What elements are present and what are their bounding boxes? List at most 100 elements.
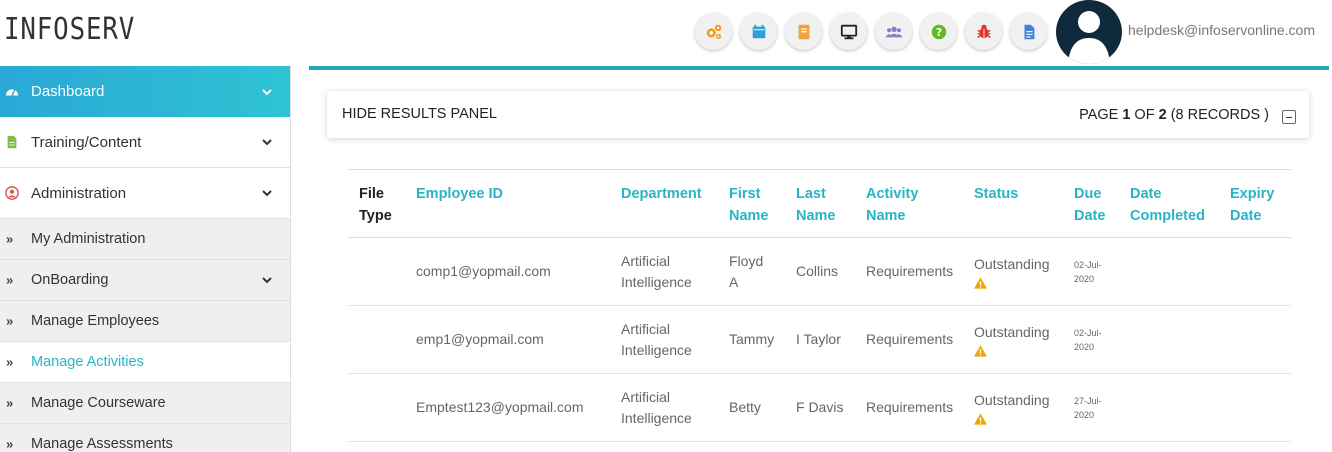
status-text: Outstanding [974,392,1050,408]
column-header-expiry-date[interactable]: Expiry Date [1230,169,1291,238]
sidebar-item-label: Administration [31,184,127,202]
cell-text: 2020 [1074,273,1095,284]
help-icon[interactable]: ? [920,13,957,50]
warning-icon [974,345,987,357]
cell-department: Artificial Intelligence [621,237,729,306]
sidebar-item-manage-employees[interactable]: » Manage Employees [0,301,290,342]
cell-text: Intelligence [621,273,692,290]
table-row[interactable]: Emptest123@yopmail.com Artificial Intelli… [348,373,1291,442]
collapse-icon[interactable] [1282,110,1296,124]
column-header-date-completed[interactable]: Date Completed [1130,169,1230,238]
chevron-down-icon [262,277,272,284]
sidebar-item-training-content[interactable]: Training/Content [0,117,290,168]
results-panel-header: HIDE RESULTS PANEL PAGE 1 OF 2 (8 RECORD… [327,91,1309,138]
column-header-file-type[interactable]: File Type [348,169,416,238]
cell-date-completed [1130,373,1230,442]
cell-text: 02-Jul- [1074,259,1102,270]
user-circle-icon [5,186,19,200]
cell-due-date: 02-Jul- 2020 [1074,305,1130,374]
user-avatar[interactable] [1056,0,1122,64]
cell-text: 2020 [1074,341,1095,352]
column-header-employee-id[interactable]: Employee ID [416,169,621,238]
cell-text: A [729,273,739,290]
sidebar-item-label: OnBoarding [31,272,109,288]
column-header-first-name[interactable]: First Name [729,169,796,238]
header-text: File [359,186,384,202]
file-icon [7,135,17,149]
cell-due-date: 27-Jul- 2020 [1074,373,1130,442]
header-text: Status [974,186,1019,202]
cell-file-type [348,237,416,306]
cell-text: Artificial [621,252,671,269]
chevron-down-icon [262,88,272,95]
cell-department: Artificial Intelligence [621,373,729,442]
cell-text: Tammy [729,331,775,347]
cell-expiry-date [1230,237,1291,306]
cell-employee-id[interactable]: comp1@yopmail.com [416,237,621,306]
chevron-down-icon [262,139,272,146]
users-icon[interactable] [875,13,912,50]
document-icon[interactable] [1010,13,1047,50]
column-header-due-date[interactable]: Due Date [1074,169,1130,238]
svg-text:?: ? [935,26,941,39]
cell-employee-id[interactable]: Emptest123@yopmail.com [416,373,621,442]
header-text: Last [796,186,826,202]
header-text: Expiry [1230,186,1275,202]
cell-department: Artificial Intelligence [621,305,729,374]
bug-icon[interactable] [965,13,1002,50]
column-header-department[interactable]: Department [621,169,729,238]
status-text: Outstanding [974,324,1050,340]
cell-activity-name: Requirements [866,237,974,306]
double-chevron-right-icon: » [6,231,13,247]
page-total: 2 [1158,107,1167,123]
book-icon[interactable] [785,13,822,50]
hide-results-panel-toggle[interactable]: HIDE RESULTS PANEL [342,106,497,122]
calendar-icon[interactable] [740,13,777,50]
cell-last-name: F Davis [796,373,866,442]
app-logo[interactable]: INFOSERV [4,12,135,47]
cell-date-completed [1130,237,1230,306]
cell-text: Intelligence [621,409,692,426]
cell-text: 02-Jul- [1074,327,1102,338]
settings-cogs-icon[interactable] [695,13,732,50]
cell-activity-name: Requirements [866,305,974,374]
cell-text: Betty [729,399,761,415]
cell-first-name: Betty [729,373,796,442]
sidebar-item-label: Manage Activities [31,354,144,370]
cell-text: Artificial [621,320,671,337]
header-text: Date [1230,208,1262,224]
sidebar-item-label: Training/Content [31,133,142,151]
warning-icon [974,277,987,289]
cell-last-name: Collins [796,237,866,306]
column-header-last-name[interactable]: Last Name [796,169,866,238]
sidebar-item-my-administration[interactable]: » My Administration [0,219,290,260]
cell-first-name: Tammy [729,305,796,374]
app-header: INFOSERV ? helpdesk@infoservonline.com [0,0,1332,66]
column-header-activity-name[interactable]: Activity Name [866,169,974,238]
sidebar-item-onboarding[interactable]: » OnBoarding [0,260,290,301]
table-row[interactable]: comp1@yopmail.com Artificial Intelligence… [348,237,1291,306]
sidebar-item-label: My Administration [31,231,146,247]
cell-date-completed [1130,305,1230,374]
sidebar-item-administration[interactable]: Administration [0,168,290,219]
cell-activity-name: Requirements [866,373,974,442]
sidebar: Dashboard Training/Content Administratio… [0,66,291,452]
sidebar-item-manage-assessments[interactable]: » Manage Assessments [0,424,290,452]
cell-text: 2020 [1074,409,1095,420]
header-text: Name [729,208,769,224]
warning-icon [974,413,987,425]
page-of: OF [1134,107,1155,123]
table-row[interactable]: emp1@yopmail.com Artificial Intelligence … [348,305,1291,374]
cell-last-name: I Taylor [796,305,866,374]
double-chevron-right-icon: » [6,272,13,288]
cell-text: Floyd [729,252,764,269]
user-email[interactable]: helpdesk@infoservonline.com [1128,22,1315,38]
sidebar-item-manage-activities[interactable]: » Manage Activities [0,342,290,383]
sidebar-item-dashboard[interactable]: Dashboard [0,66,290,117]
sidebar-item-manage-courseware[interactable]: » Manage Courseware [0,383,290,424]
monitor-icon[interactable] [830,13,867,50]
header-text: Completed [1130,208,1205,224]
column-header-status[interactable]: Status [974,169,1074,238]
double-chevron-right-icon: » [6,354,13,370]
cell-employee-id[interactable]: emp1@yopmail.com [416,305,621,374]
